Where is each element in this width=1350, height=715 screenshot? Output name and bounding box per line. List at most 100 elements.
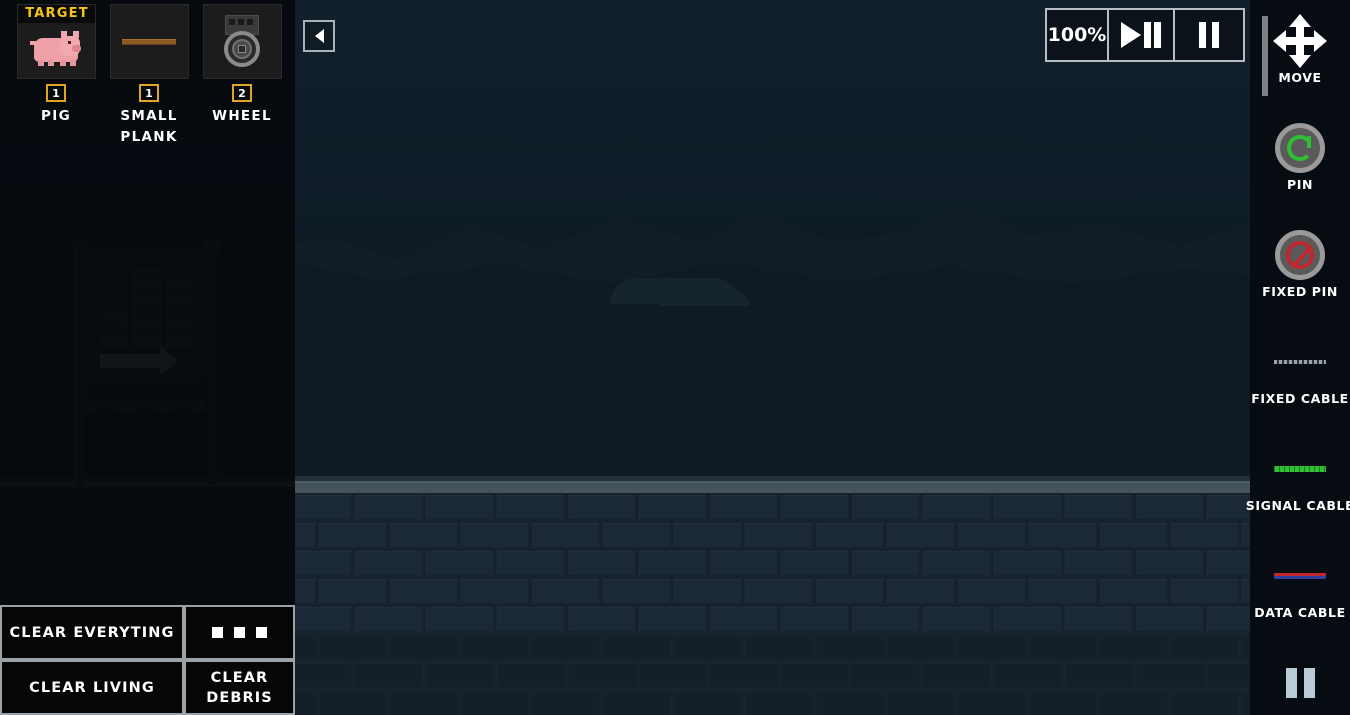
brick [1100,523,1167,547]
play-pause-button[interactable] [1109,10,1175,60]
brick [852,607,919,631]
brick [958,691,1025,715]
back-button[interactable] [303,20,335,52]
brick [1136,495,1203,519]
brick [497,663,564,687]
piston-icon [1285,654,1315,712]
pause-button[interactable] [1175,10,1243,60]
inventory-item-small-plank[interactable]: 1 SMALL PLANK [103,4,195,154]
brick [1065,551,1132,575]
brick [319,523,386,547]
inventory-label-pig: PIG [41,108,71,124]
brick [1171,523,1238,547]
brick [355,607,422,631]
chevron-left-icon [314,29,324,43]
brick [568,607,635,631]
inventory-label-wheel: WHEEL [212,108,272,124]
tool-label-fixed-cable: FIXED CABLE [1251,391,1349,406]
clear-living-button[interactable]: CLEAR LIVING [0,660,184,715]
three-squares-icon [212,627,223,638]
brick [1171,691,1238,715]
clear-debris-button[interactable]: CLEAR DEBRIS [184,660,295,715]
brick [532,579,599,603]
inventory-count-wheel: 2 [232,84,252,102]
clear-everything-button[interactable]: CLEAR EVERYTING [0,605,184,660]
brick [781,551,848,575]
brick [1065,607,1132,631]
brick [958,635,1025,659]
data-cable-icon [1274,547,1326,605]
tool-piston[interactable] [1250,642,1350,715]
brick [426,495,493,519]
tools-sidebar: MOVE PIN FIXED PIN FIXED CABLE SIGNAL CA [1246,0,1350,715]
brick [355,495,422,519]
brick [568,495,635,519]
brick [1136,663,1203,687]
brick [852,551,919,575]
brick [319,635,386,659]
brick [1065,495,1132,519]
tool-data-cable[interactable]: DATA CABLE [1250,535,1350,642]
brick [355,551,422,575]
move-arrows-icon [1273,12,1327,70]
brick [745,579,812,603]
brick [781,663,848,687]
brick [461,579,528,603]
brick [639,551,706,575]
pause-icon [1199,22,1206,48]
brick [568,663,635,687]
brick [816,691,883,715]
brick [816,635,883,659]
playback-controls: 100% [1045,8,1245,62]
brick [390,635,457,659]
signal-cable-icon [1274,440,1326,498]
tool-label-move: MOVE [1278,70,1322,85]
brick [390,691,457,715]
brick [852,663,919,687]
brick [461,635,528,659]
brick [461,691,528,715]
brick [319,691,386,715]
brick [674,635,741,659]
brick [994,663,1061,687]
brick [497,607,564,631]
brick [781,495,848,519]
brick [639,607,706,631]
tool-pin[interactable]: PIN [1250,107,1350,214]
wheel-icon [219,14,265,69]
brick [816,523,883,547]
brick [923,607,990,631]
brick [958,579,1025,603]
fixed-cable-icon [1274,333,1326,391]
tool-fixed-pin[interactable]: FIXED PIN [1250,214,1350,321]
brick [390,579,457,603]
brick [532,691,599,715]
tool-fixed-cable[interactable]: FIXED CABLE [1250,321,1350,428]
inventory-thumb-wheel[interactable] [202,4,282,79]
brick [745,691,812,715]
brick [1100,635,1167,659]
brick [1029,635,1096,659]
brick [532,523,599,547]
pig-icon [30,30,82,66]
brick [426,663,493,687]
inventory-thumb-small-plank[interactable] [109,4,189,79]
tool-label-signal-cable: SIGNAL CABLE [1245,498,1350,513]
tool-move[interactable]: MOVE [1250,0,1350,107]
brick [1100,579,1167,603]
inventory-thumb-pig[interactable]: TARGET [16,4,96,79]
inventory-label-small-plank: SMALL PLANK [120,108,178,145]
brick [532,635,599,659]
brick [781,607,848,631]
inventory-item-pig[interactable]: TARGET 1 PIG [10,4,102,154]
brick [674,523,741,547]
more-options-button[interactable] [184,605,295,660]
brick [1100,691,1167,715]
inventory-item-wheel[interactable]: 2 WHEEL [196,4,288,154]
clear-controls: CLEAR EVERYTING CLEAR LIVING CLEAR DEBRIS [0,605,295,715]
brick [923,495,990,519]
tool-signal-cable[interactable]: SIGNAL CABLE [1246,428,1350,535]
speed-button[interactable]: 100% [1047,10,1109,60]
brick [745,523,812,547]
cloud-shape-small [660,290,750,306]
